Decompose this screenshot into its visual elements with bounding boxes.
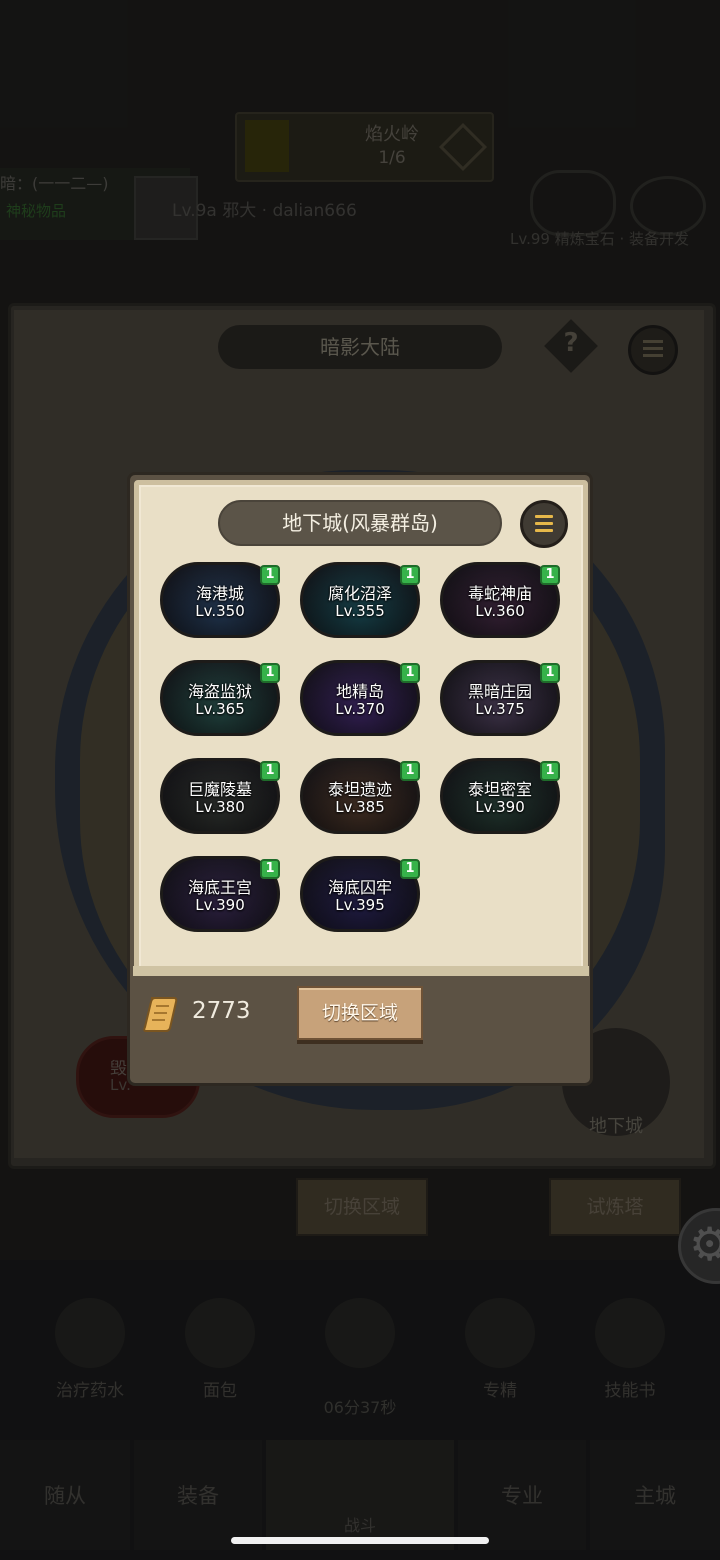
dungeon-level: Lv.370 <box>335 700 385 718</box>
scroll-icon <box>143 997 178 1032</box>
popup-title: 地下城(风暴群岛) <box>218 500 502 546</box>
dungeon-name: 地精岛 <box>335 682 384 701</box>
dungeon-level: Lv.380 <box>195 798 245 816</box>
dungeon-level: Lv.390 <box>195 896 245 914</box>
dungeon-name: 海底王宫 <box>187 878 252 897</box>
switch-area-button[interactable]: 切换区域 <box>297 986 423 1040</box>
dungeon-count-badge: 1 <box>260 565 280 585</box>
dungeon-level: Lv.390 <box>475 798 525 816</box>
panel-edge <box>133 966 589 976</box>
dungeon-count-badge: 1 <box>260 663 280 683</box>
dungeon-name: 毒蛇神庙 <box>467 584 532 603</box>
dungeon-count-badge: 1 <box>540 565 560 585</box>
dungeon-count-badge: 1 <box>400 761 420 781</box>
home-indicator[interactable] <box>231 1537 489 1544</box>
dungeon-count-badge: 1 <box>260 761 280 781</box>
dungeon-count-badge: 1 <box>400 859 420 879</box>
dungeon-name: 腐化沼泽 <box>327 584 392 603</box>
dungeon-level: Lv.395 <box>335 896 385 914</box>
dungeon-level: Lv.365 <box>195 700 245 718</box>
dungeon-count-badge: 1 <box>260 859 280 879</box>
dungeon-level: Lv.385 <box>335 798 385 816</box>
dungeon-name: 海港城 <box>195 584 244 603</box>
dungeon-count-badge: 1 <box>400 663 420 683</box>
dungeon-name: 海底囚牢 <box>327 878 392 897</box>
dungeon-name: 泰坦遗迹 <box>327 780 392 799</box>
dungeon-name: 巨魔陵墓 <box>187 780 252 799</box>
dungeon-count-badge: 1 <box>540 663 560 683</box>
scroll-count: 2773 <box>192 998 251 1024</box>
dungeon-level: Lv.375 <box>475 700 525 718</box>
dungeon-level: Lv.355 <box>335 602 385 620</box>
dungeon-name: 泰坦密室 <box>467 780 532 799</box>
dungeon-name: 黑暗庄园 <box>467 682 532 701</box>
dungeon-count-badge: 1 <box>400 565 420 585</box>
dungeon-name: 海盗监狱 <box>187 682 252 701</box>
dungeon-count-badge: 1 <box>540 761 560 781</box>
dungeon-level: Lv.360 <box>475 602 525 620</box>
popup-menu-button[interactable] <box>520 500 568 548</box>
dungeon-level: Lv.350 <box>195 602 245 620</box>
